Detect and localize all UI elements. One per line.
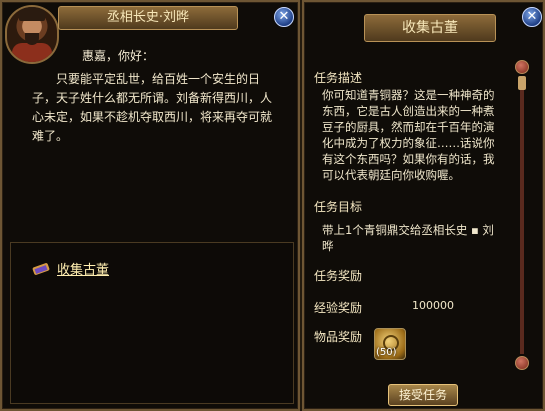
item-reward-label: 物品奖励: [314, 330, 363, 344]
npc-dialogue-panel: 丞相长史·刘晔 ✕ 惠嘉，你好： 只要能平定乱世，给百姓一个安生的日子，天子姓什…: [0, 0, 300, 411]
exp-reward-value: 100000: [412, 299, 454, 312]
quest-goal-label: 任务目标: [314, 200, 363, 214]
quest-list-box: 收集古董: [10, 242, 294, 404]
scroll-up-button[interactable]: [515, 60, 529, 74]
quest-goal-text: 带上1个青铜鼎交给丞相长史 ▪ 刘晔: [322, 223, 494, 253]
quest-detail-panel: 收集古董 ✕ 任务描述 你可知道青铜器？这是一种神奇的东西，它是古人创造出来的一…: [302, 0, 545, 411]
close-icon[interactable]: ✕: [274, 7, 294, 27]
quest-description-text: 你可知道青铜器？这是一种神奇的东西，它是古人创造出来的一种煮豆子的厨具，然而却在…: [322, 88, 495, 182]
quest-description-label: 任务描述: [314, 71, 363, 85]
description-scrollbar[interactable]: [515, 60, 529, 372]
scroll-track[interactable]: [520, 76, 524, 354]
quest-reward-label: 任务奖励: [314, 269, 363, 283]
accept-quest-button[interactable]: 接受任务: [388, 384, 458, 406]
quest-title: 收集古董: [364, 14, 496, 42]
scroll-thumb[interactable]: [518, 76, 526, 90]
quest-link-collect-antiques[interactable]: 收集古董: [32, 259, 109, 278]
dialogue-text: 只要能平定乱世，给百姓一个安生的日子，天子姓什么都无所谓。刘备新得西川，人心未定…: [32, 72, 273, 143]
npc-portrait: [5, 5, 59, 64]
exp-reward-label: 经验奖励: [314, 301, 363, 315]
greeting-text: 惠嘉，你好：: [82, 49, 155, 63]
quest-link-label[interactable]: 收集古董: [57, 259, 109, 278]
close-icon[interactable]: ✕: [522, 7, 542, 27]
item-reward-count: (50): [376, 347, 397, 358]
quest-scroll-icon: [32, 262, 51, 276]
scroll-down-button[interactable]: [515, 356, 529, 370]
npc-name-title: 丞相长史·刘晔: [58, 6, 238, 30]
